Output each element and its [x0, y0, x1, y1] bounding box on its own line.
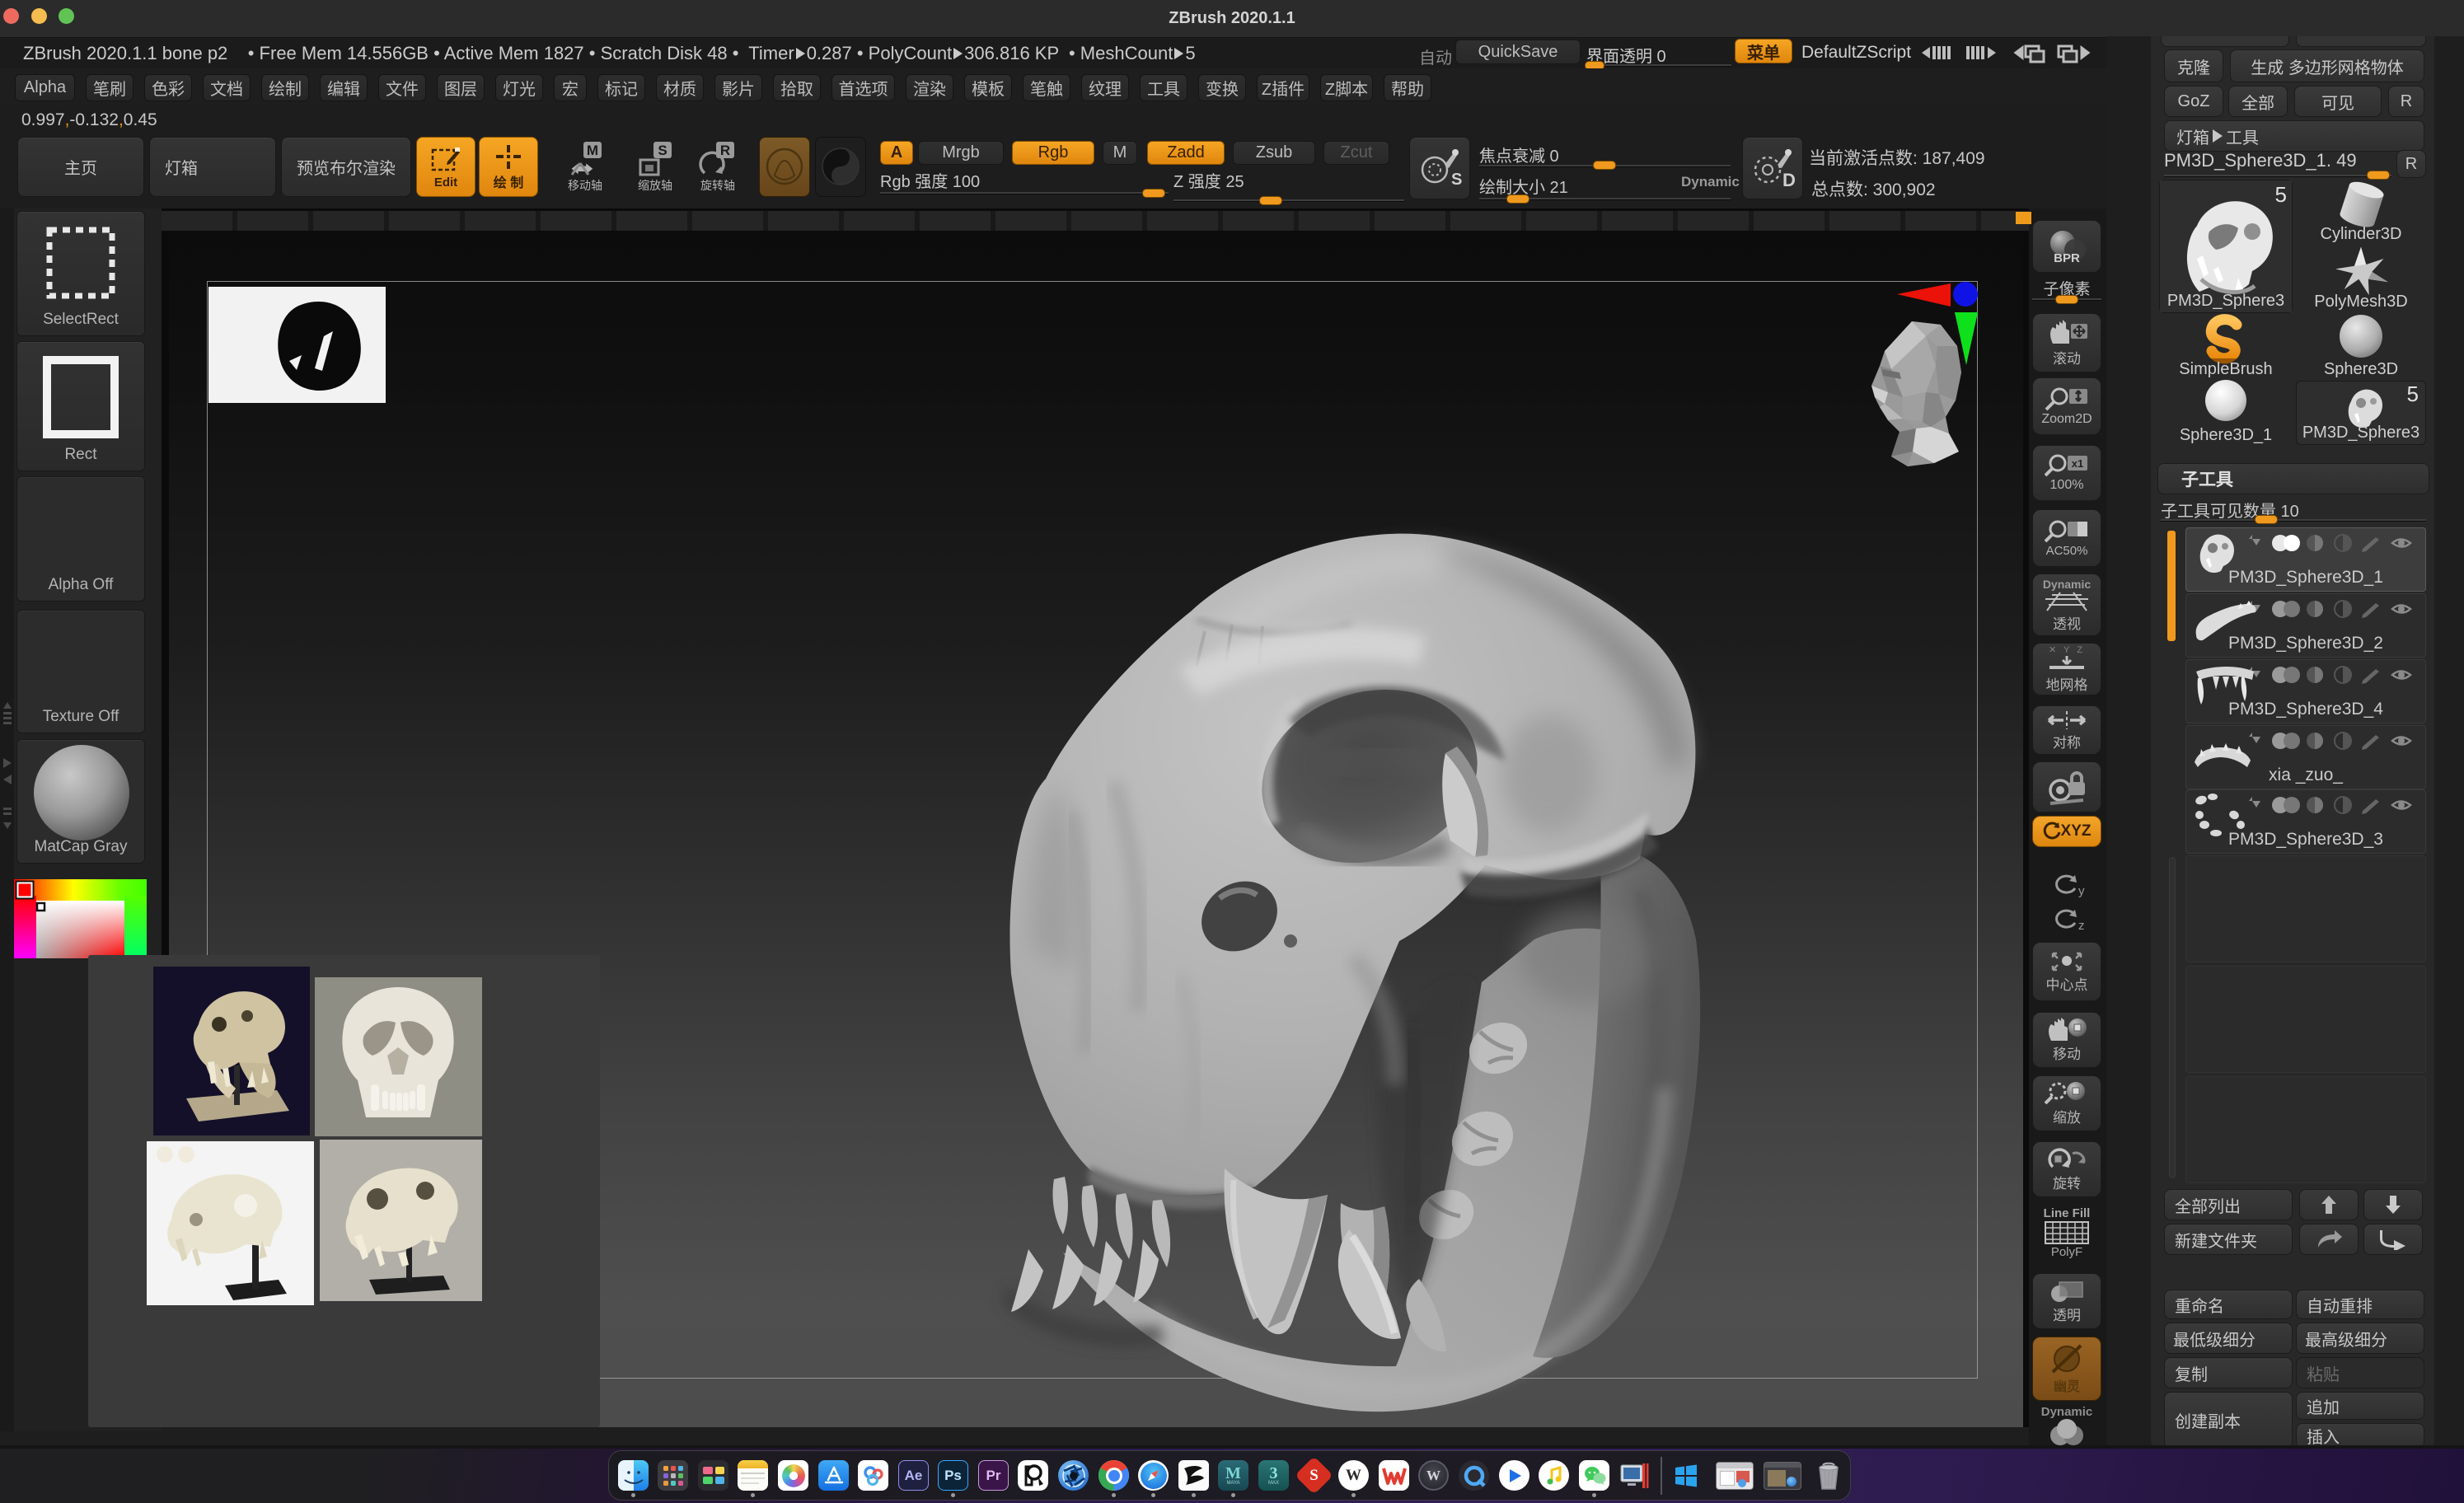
- svg-text:M: M: [587, 143, 598, 158]
- svg-text:z: z: [2078, 919, 2085, 933]
- svg-text:S: S: [1451, 171, 1462, 189]
- svg-text:D: D: [1782, 170, 1796, 190]
- svg-text:S: S: [658, 143, 667, 158]
- svg-text:x1: x1: [2072, 457, 2083, 470]
- svg-text:BPR: BPR: [2054, 251, 2080, 265]
- svg-text:y: y: [2078, 884, 2085, 898]
